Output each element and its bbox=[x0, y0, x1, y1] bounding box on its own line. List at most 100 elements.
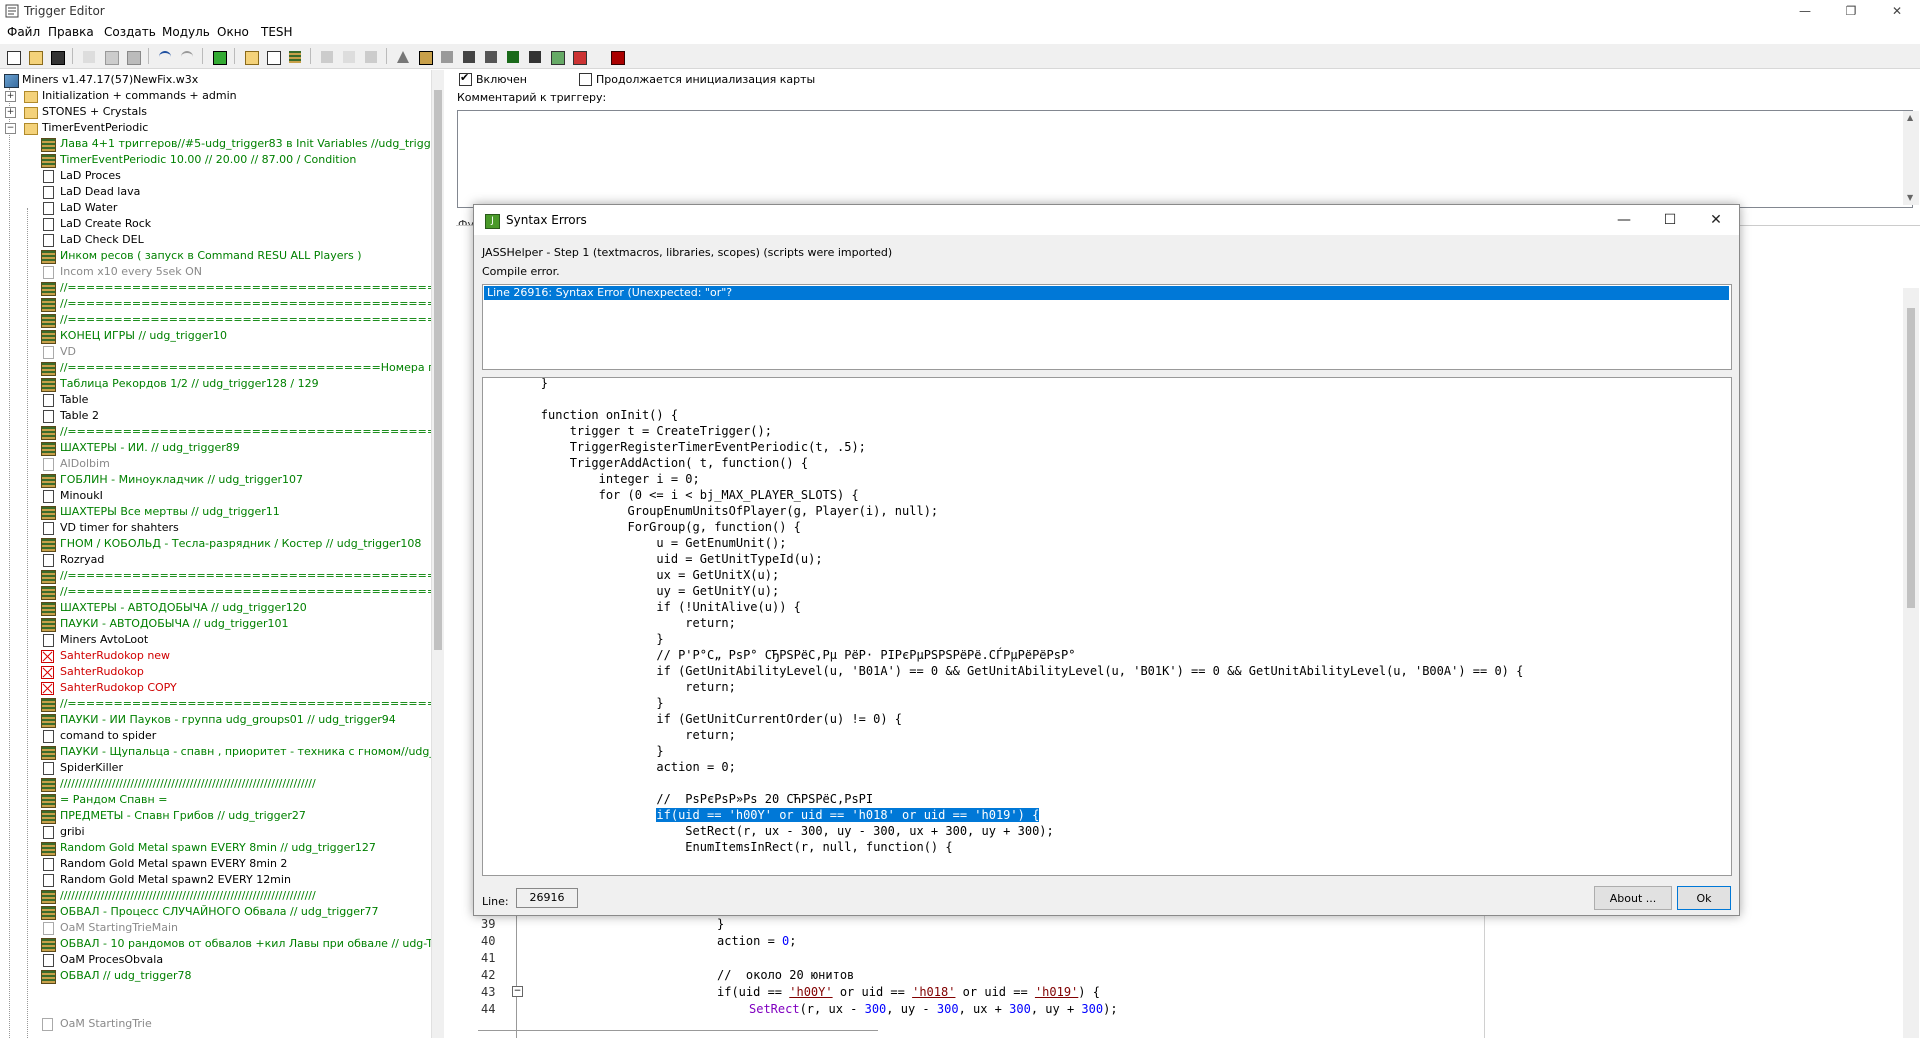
trigger-error-icon bbox=[41, 666, 54, 679]
code-view-line: integer i = 0; bbox=[483, 472, 700, 486]
trigger-icon bbox=[43, 634, 54, 647]
dialog-minimize-button[interactable]: — bbox=[1601, 205, 1647, 235]
new-action-icon[interactable] bbox=[361, 47, 381, 67]
tree-scrollbar[interactable] bbox=[431, 70, 444, 1038]
fold-collapse-icon[interactable]: − bbox=[512, 986, 523, 997]
trigger-icon bbox=[43, 218, 54, 231]
scroll-up-icon[interactable]: ▲ bbox=[1907, 113, 1913, 122]
code-view-line: TriggerRegisterTimerEventPeriodic(t, .5)… bbox=[483, 440, 866, 454]
tree-item-label: Random Gold Metal spawn EVERY 8min // ud… bbox=[60, 841, 376, 854]
tree-item-label: ////////////////////////////////////////… bbox=[60, 777, 316, 790]
maximize-button[interactable]: ❐ bbox=[1828, 0, 1874, 22]
trigger-editor-icon[interactable] bbox=[415, 47, 435, 67]
expand-icon[interactable]: + bbox=[5, 107, 16, 118]
menu-create[interactable]: Создать bbox=[104, 25, 156, 39]
tree-item-label: Инком ресов ( запуск в Command RESU ALL … bbox=[60, 249, 362, 262]
comment-scrollbar[interactable]: ▲ ▼ bbox=[1903, 111, 1919, 205]
object-manager-icon[interactable] bbox=[525, 47, 545, 67]
delete-icon[interactable] bbox=[209, 47, 229, 67]
new-condition-icon[interactable] bbox=[339, 47, 359, 67]
test-map-icon-2[interactable] bbox=[607, 47, 627, 67]
new-comment-icon[interactable] bbox=[285, 47, 305, 67]
init-checkbox[interactable] bbox=[579, 73, 592, 86]
collapse-icon[interactable]: − bbox=[5, 123, 16, 134]
tree-scroll-thumb[interactable] bbox=[434, 90, 442, 650]
tree-item-label: MinoukI bbox=[60, 489, 103, 502]
tree-item-label: ГНОМ / КОБОЛЬД - Тесла-разрядник / Косте… bbox=[60, 537, 422, 550]
folder-open-icon bbox=[24, 123, 38, 135]
comment-icon bbox=[41, 426, 56, 440]
dialog-title: Syntax Errors bbox=[506, 213, 587, 227]
line-number-field[interactable]: 26916 bbox=[516, 888, 578, 908]
sound-editor-icon[interactable] bbox=[437, 47, 457, 67]
ai-editor-icon[interactable] bbox=[503, 47, 523, 67]
terrain-editor-icon[interactable] bbox=[393, 47, 413, 67]
menu-tesh[interactable]: TESH bbox=[261, 25, 293, 39]
comment-icon bbox=[41, 842, 56, 856]
enabled-checkbox[interactable] bbox=[459, 71, 472, 86]
cut-icon[interactable] bbox=[79, 47, 99, 67]
tree-item-label: Таблица Рекордов 1/2 // udg_trigger128 /… bbox=[60, 377, 319, 390]
tree-item-label: LaD Create Rock bbox=[60, 217, 152, 230]
redo-icon[interactable] bbox=[177, 47, 197, 67]
open-icon[interactable] bbox=[25, 47, 45, 67]
test-map-icon[interactable] bbox=[569, 47, 589, 67]
tree-item-label: Miners AvtoLoot bbox=[60, 633, 149, 646]
comment-icon bbox=[41, 298, 56, 312]
object-editor-icon[interactable] bbox=[459, 47, 479, 67]
trigger-icon bbox=[43, 170, 54, 183]
error-code-view[interactable]: } function onInit() { trigger t = Create… bbox=[482, 377, 1732, 876]
new-event-icon[interactable] bbox=[317, 47, 337, 67]
menu-module[interactable]: Модуль bbox=[162, 25, 210, 39]
about-button[interactable]: About ... bbox=[1594, 886, 1672, 910]
campaign-editor-icon[interactable] bbox=[481, 47, 501, 67]
error-row-selected[interactable]: Line 26916: Syntax Error (Unexpected: "o… bbox=[484, 286, 1729, 300]
ok-button[interactable]: Ok bbox=[1677, 886, 1731, 910]
tree-item-label: Random Gold Metal spawn EVERY 8min 2 bbox=[60, 857, 288, 870]
tree-item-label: ШАХТЕРЫ - ИИ. // udg_trigger89 bbox=[60, 441, 240, 454]
menu-edit[interactable]: Правка bbox=[48, 25, 94, 39]
editor-hscrollbar[interactable] bbox=[478, 1030, 878, 1031]
tree-root-label: Miners v1.47.17(57)NewFix.w3x bbox=[22, 73, 199, 86]
dialog-close-button[interactable]: ✕ bbox=[1693, 205, 1739, 235]
new-trigger-icon[interactable] bbox=[263, 47, 283, 67]
tree-item-label: SahterRudokop new bbox=[60, 649, 171, 662]
copy-icon[interactable] bbox=[101, 47, 121, 67]
tree-item-label: КОНЕЦ ИГРЫ // udg_trigger10 bbox=[60, 329, 227, 342]
trigger-tree[interactable]: Miners v1.47.17(57)NewFix.w3x + Initiali… bbox=[0, 70, 431, 1038]
trigger-icon bbox=[43, 762, 54, 775]
tree-item-label: Table bbox=[60, 393, 89, 406]
toolbar bbox=[0, 44, 1920, 69]
save-icon[interactable] bbox=[47, 47, 67, 67]
new-icon[interactable] bbox=[3, 47, 23, 67]
paste-icon[interactable] bbox=[123, 47, 143, 67]
menu-window[interactable]: Окно bbox=[217, 25, 249, 39]
close-button[interactable]: ✕ bbox=[1874, 0, 1920, 22]
scroll-down-icon[interactable]: ▼ bbox=[1907, 193, 1913, 202]
import-manager-icon[interactable] bbox=[547, 47, 567, 67]
title-bar: Trigger Editor — ❐ ✕ bbox=[0, 0, 1920, 22]
error-list[interactable]: Line 26916: Syntax Error (Unexpected: "o… bbox=[482, 284, 1732, 370]
undo-icon[interactable] bbox=[155, 47, 175, 67]
comment-icon bbox=[41, 810, 56, 824]
tree-item-label: ОБВАЛ - 10 рандомов от обвалов +кил Лавы… bbox=[60, 937, 431, 950]
code-view-line: GroupEnumUnitsOfPlayer(g, Player(i), nul… bbox=[483, 504, 939, 518]
minimize-button[interactable]: — bbox=[1782, 0, 1828, 22]
comment-textarea[interactable] bbox=[457, 110, 1913, 208]
comment-icon bbox=[41, 698, 56, 712]
tree-item-label: OaM StartingTrieMain bbox=[60, 921, 178, 934]
code-line: if(uid == 'h00Y' or uid == 'h018' or uid… bbox=[717, 985, 1100, 999]
comment-icon bbox=[41, 938, 56, 952]
menu-bar: Файл Правка Создать Модуль Окно TESH bbox=[0, 22, 1920, 42]
editor-scroll-thumb[interactable] bbox=[1907, 308, 1915, 608]
expand-icon[interactable]: + bbox=[5, 91, 16, 102]
tree-item-label: //==================================Номе… bbox=[60, 361, 431, 374]
comment-icon bbox=[41, 906, 56, 920]
new-category-icon[interactable] bbox=[241, 47, 261, 67]
menu-file[interactable]: Файл bbox=[7, 25, 40, 39]
editor-scrollbar[interactable] bbox=[1903, 288, 1919, 1038]
dialog-maximize-button[interactable]: ☐ bbox=[1647, 205, 1693, 235]
tree-item-label: ПАУКИ - Щупальца - спавн , приоритет - т… bbox=[60, 745, 431, 758]
comment-icon bbox=[41, 746, 56, 760]
code-view-line: TriggerAddAction( t, function() { bbox=[483, 456, 809, 470]
